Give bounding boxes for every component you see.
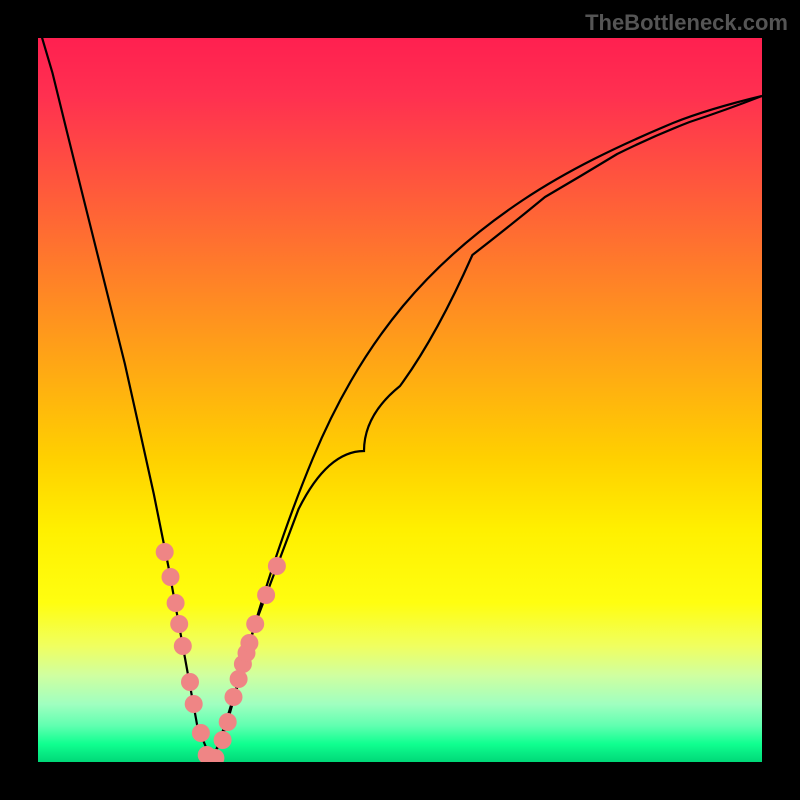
bottleneck-curve-right-smooth bbox=[212, 96, 762, 762]
data-point bbox=[174, 637, 192, 655]
data-point bbox=[162, 568, 180, 586]
data-point bbox=[219, 713, 237, 731]
data-point bbox=[170, 615, 188, 633]
data-point bbox=[185, 695, 203, 713]
chart-container: TheBottleneck.com bbox=[0, 0, 800, 800]
curve-svg bbox=[38, 38, 762, 762]
data-point bbox=[167, 594, 185, 612]
data-point bbox=[156, 543, 174, 561]
data-points-group bbox=[156, 543, 286, 762]
data-point bbox=[268, 557, 286, 575]
data-point bbox=[246, 615, 264, 633]
data-point bbox=[214, 731, 232, 749]
data-point bbox=[192, 724, 210, 742]
watermark: TheBottleneck.com bbox=[585, 10, 788, 36]
data-point bbox=[257, 586, 275, 604]
bottleneck-curve-right bbox=[212, 96, 762, 762]
data-point bbox=[181, 673, 199, 691]
curve-group bbox=[38, 38, 762, 762]
plot-area bbox=[38, 38, 762, 762]
data-point bbox=[225, 688, 243, 706]
data-point bbox=[240, 634, 258, 652]
